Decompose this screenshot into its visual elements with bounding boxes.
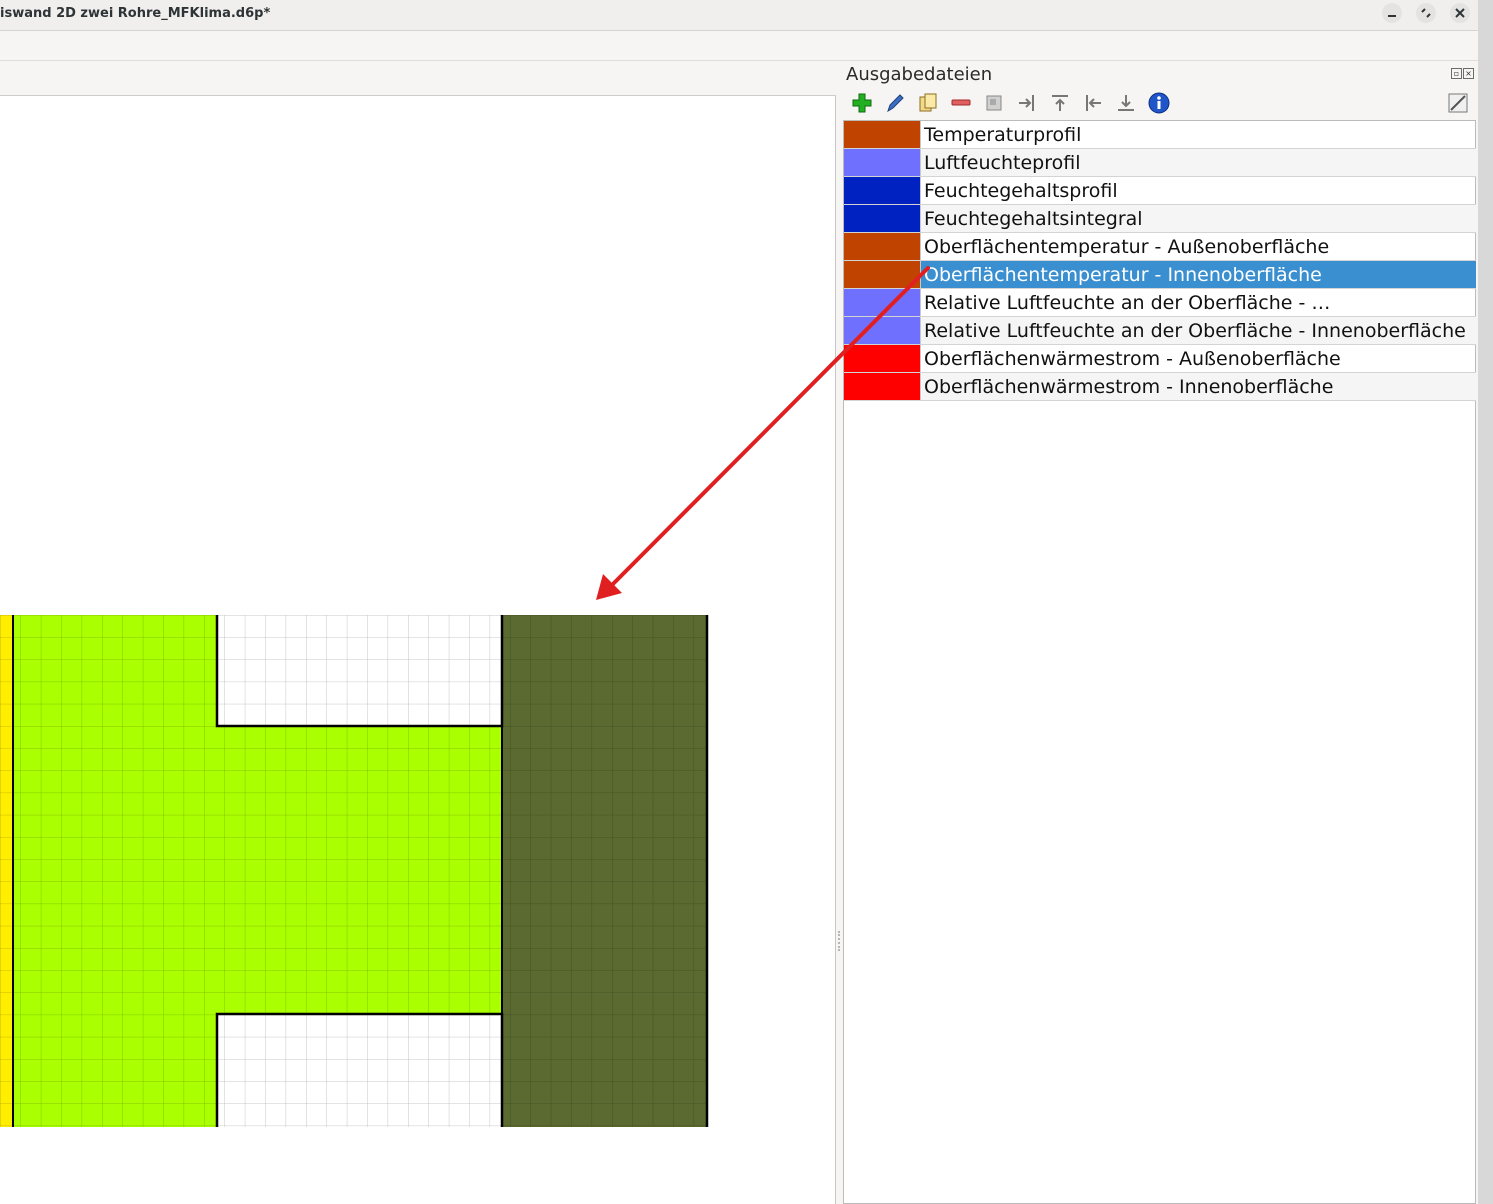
close-icon xyxy=(1455,8,1465,18)
close-dock-button[interactable]: × xyxy=(1463,68,1474,79)
color-swatch xyxy=(844,261,921,288)
color-swatch xyxy=(844,177,921,204)
info-button[interactable] xyxy=(1147,91,1171,115)
row-label: Feuchtegehaltsintegral xyxy=(924,208,1143,230)
construction-drawing xyxy=(0,615,709,1127)
window-edge xyxy=(1478,0,1493,1204)
row-label: Oberflächentemperatur - Innenoberfläche xyxy=(924,264,1322,286)
toggle-view-icon xyxy=(1448,93,1468,113)
move-right-icon xyxy=(1019,95,1034,111)
move-right-button[interactable] xyxy=(1015,91,1039,115)
output-files-dock: Ausgabedateien ▫ × Temperaturprofil Luft… xyxy=(843,61,1478,1204)
align-icon xyxy=(986,95,1002,111)
color-swatch xyxy=(844,205,921,232)
move-top-icon xyxy=(1052,95,1068,111)
view-header xyxy=(0,61,836,96)
grid-overlay xyxy=(0,615,707,1127)
add-button[interactable] xyxy=(850,91,874,115)
close-button[interactable] xyxy=(1450,3,1470,23)
remove-icon xyxy=(951,99,971,106)
table-row[interactable]: Relative Luftfeuchte an der Oberfläche -… xyxy=(844,317,1476,345)
table-row[interactable]: Oberflächenwärmestrom - Außenoberfläche xyxy=(844,345,1476,373)
application-window: iswand 2D zwei Rohre_MFKlima.d6p* Ausgab… xyxy=(0,0,1478,1204)
table-row[interactable]: Feuchtegehaltsintegral xyxy=(844,205,1476,233)
row-label: Oberflächenwärmestrom - Außenoberfläche xyxy=(924,348,1341,370)
table-row[interactable]: Feuchtegehaltsprofil xyxy=(844,177,1476,205)
menu-bar xyxy=(0,31,1478,61)
toggle-view-button[interactable] xyxy=(1446,91,1470,115)
table-row[interactable]: Oberflächentemperatur - Außenoberfläche xyxy=(844,233,1476,261)
output-files-table: Temperaturprofil Luftfeuchteprofil Feuch… xyxy=(843,120,1476,1204)
maximize-button[interactable] xyxy=(1416,3,1436,23)
window-title: iswand 2D zwei Rohre_MFKlima.d6p* xyxy=(0,6,271,21)
row-label: Feuchtegehaltsprofil xyxy=(924,180,1118,202)
dock-title: Ausgabedateien xyxy=(846,64,993,85)
table-row[interactable]: Relative Luftfeuchte an der Oberfläche -… xyxy=(844,289,1476,317)
float-dock-button[interactable]: ▫ xyxy=(1451,68,1462,79)
row-label: Oberflächenwärmestrom - Innenoberfläche xyxy=(924,376,1334,398)
row-label: Relative Luftfeuchte an der Oberfläche -… xyxy=(924,292,1331,314)
info-icon xyxy=(1148,92,1170,114)
add-icon xyxy=(852,93,872,113)
move-left-button[interactable] xyxy=(1081,91,1105,115)
minimize-button[interactable] xyxy=(1382,3,1402,23)
color-swatch xyxy=(844,289,921,316)
restore-icon xyxy=(1421,8,1431,18)
edit-button[interactable] xyxy=(883,91,907,115)
color-swatch xyxy=(844,345,921,372)
row-label: Oberflächentemperatur - Außenoberfläche xyxy=(924,236,1330,258)
color-swatch xyxy=(844,233,921,260)
copy-button[interactable] xyxy=(916,91,940,115)
row-label: Relative Luftfeuchte an der Oberfläche -… xyxy=(924,320,1466,342)
color-swatch xyxy=(844,121,921,148)
color-swatch xyxy=(844,373,921,400)
move-top-button[interactable] xyxy=(1048,91,1072,115)
align-button[interactable] xyxy=(982,91,1006,115)
move-left-icon xyxy=(1086,95,1101,111)
color-swatch xyxy=(844,149,921,176)
table-row[interactable]: Oberflächenwärmestrom - Innenoberfläche xyxy=(844,373,1476,401)
title-bar[interactable]: iswand 2D zwei Rohre_MFKlima.d6p* xyxy=(0,0,1478,31)
table-row[interactable]: Luftfeuchteprofil xyxy=(844,149,1476,177)
edit-pencil-icon xyxy=(887,94,904,113)
minimize-icon xyxy=(1388,15,1396,17)
copy-icon xyxy=(919,93,937,112)
remove-button[interactable] xyxy=(949,91,973,115)
table-row-selected[interactable]: Oberflächentemperatur - Innenoberfläche xyxy=(844,261,1476,289)
panel-splitter[interactable] xyxy=(836,61,843,1204)
move-bottom-button[interactable] xyxy=(1114,91,1138,115)
color-swatch xyxy=(844,317,921,344)
move-bottom-icon xyxy=(1118,95,1134,111)
row-label: Temperaturprofil xyxy=(924,124,1082,146)
table-row[interactable]: Temperaturprofil xyxy=(844,121,1476,149)
dock-toolbar xyxy=(849,91,1474,117)
construction-canvas[interactable] xyxy=(0,96,836,1204)
row-label: Luftfeuchteprofil xyxy=(924,152,1081,174)
